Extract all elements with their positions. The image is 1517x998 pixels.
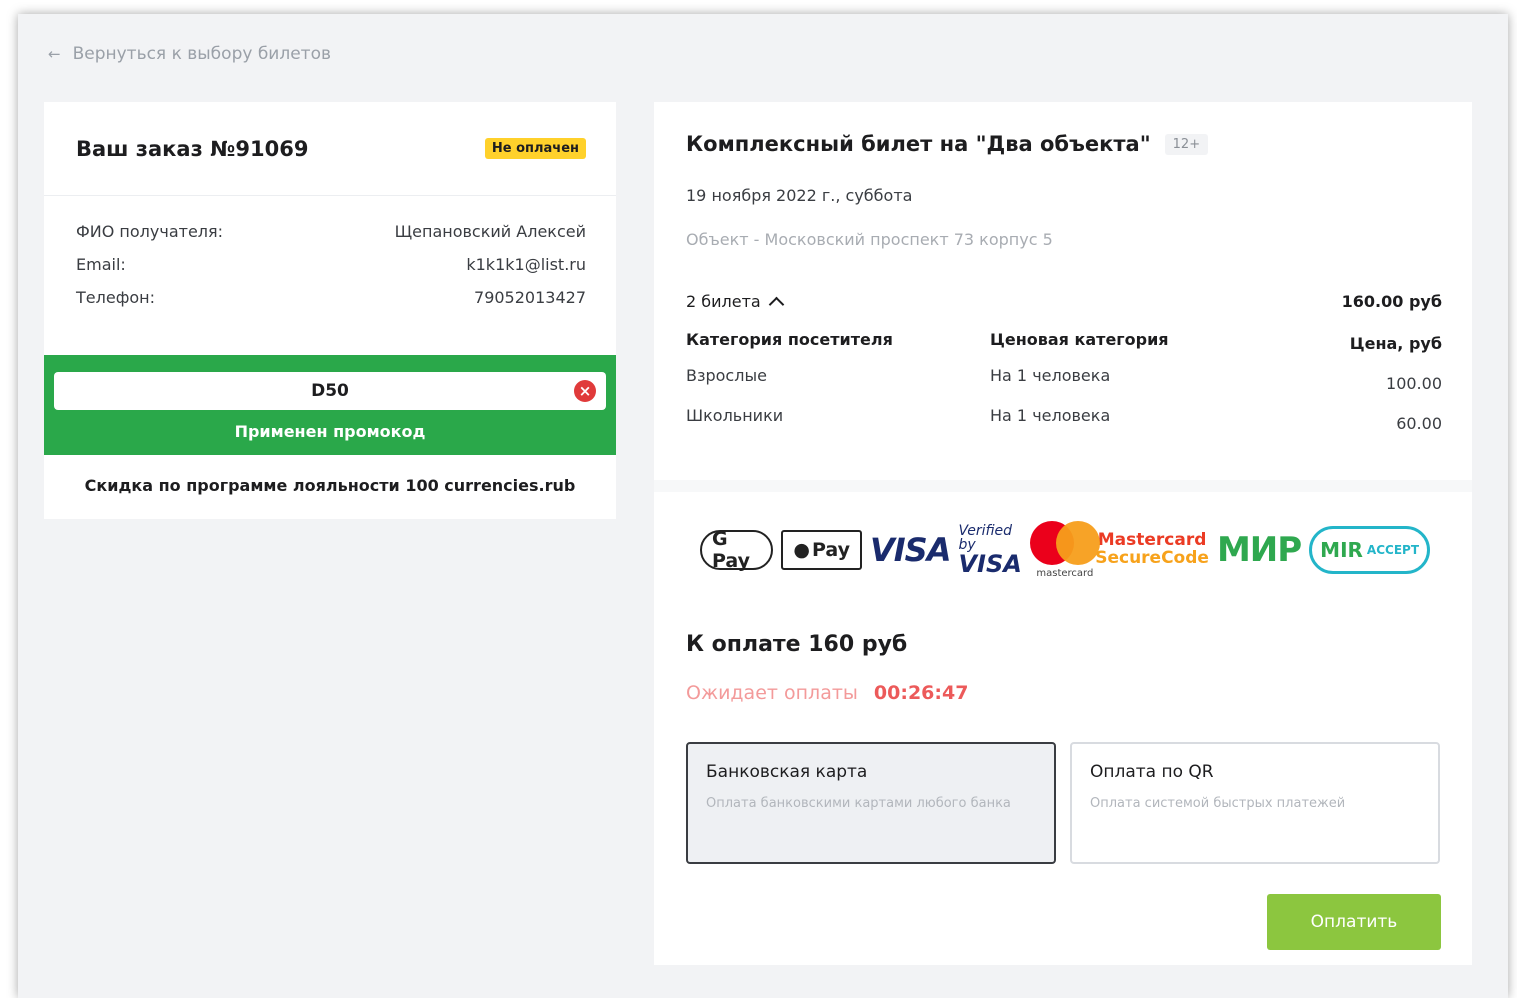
payment-option-card[interactable]: Банковская карта Оплата банковскими карт… (686, 742, 1056, 864)
info-label: ФИО получателя: (76, 222, 224, 241)
table-cell: На 1 человека (990, 406, 1111, 425)
payment-status: Ожидает оплаты 00:26:47 (686, 682, 968, 704)
promo-code-input[interactable] (54, 372, 606, 410)
mastercard-securecode-logo: Mastercard SecureCode (1095, 531, 1209, 568)
table-row: Школьники На 1 человека 60.00 (686, 406, 1442, 446)
payment-option-title: Оплата по QR (1090, 762, 1214, 782)
amount-to-pay: К оплате 160 руб (686, 632, 908, 657)
screenshot-frame: ← Вернуться к выбору билетов Ваш заказ №… (0, 0, 1517, 998)
mastercard-yellow-circle (1055, 521, 1100, 565)
table-cell: 60.00 (1396, 414, 1442, 433)
payment-option-desc: Оплата системой быстрых платежей (1090, 796, 1346, 811)
vbv-bottom-text: VISA (958, 550, 1022, 578)
tickets-count-label: 2 билета (686, 292, 761, 311)
tickets-total: 160.00 руб (1341, 292, 1442, 311)
mir-accept-text: MIR (1320, 538, 1363, 562)
checkout-page: ← Вернуться к выбору билетов Ваш заказ №… (18, 14, 1508, 998)
apple-pay-text: Pay (811, 539, 850, 561)
payment-option-title: Банковская карта (706, 762, 868, 782)
ticket-date: 19 ноября 2022 г., суббота (686, 186, 913, 205)
info-value: 79052013427 (474, 288, 586, 307)
order-header: Ваш заказ №91069 Не оплачен (44, 102, 616, 196)
price-table: Категория посетителя Ценовая категория Ц… (686, 330, 1442, 446)
vbv-top-text: Verified by (958, 523, 1013, 553)
status-badge: Не оплачен (484, 138, 586, 159)
payment-timer: 00:26:47 (873, 682, 969, 704)
clear-promo-icon[interactable]: × (574, 380, 596, 402)
info-label: Телефон: (76, 288, 156, 307)
payment-logos: G Pay ● Pay VISA Verified by VISA master… (700, 518, 1430, 582)
mir-logo: МИР (1216, 530, 1302, 570)
table-cell: Взрослые (686, 366, 767, 385)
mastercard-logo: mastercard (1029, 521, 1100, 579)
ticket-venue: Объект - Московский проспект 73 корпус 5 (686, 230, 1053, 249)
table-cell: Школьники (686, 406, 784, 425)
age-rating-badge: 12+ (1164, 133, 1209, 155)
ticket-card: Комплексный билет на "Два объекта" 12+ 1… (654, 102, 1472, 965)
section-divider (654, 480, 1472, 492)
column-header: Ценовая категория (990, 330, 1169, 349)
table-row: Взрослые На 1 человека 100.00 (686, 366, 1442, 406)
arrow-left-icon: ← (48, 45, 61, 63)
ticket-title: Комплексный билет на "Два объекта" (686, 132, 1151, 156)
awaiting-label: Ожидает оплаты (686, 682, 858, 704)
info-label: Email: (76, 255, 126, 274)
promo-applied-message: Применен промокод (234, 422, 426, 441)
ticket-details: Комплексный билет на "Два объекта" 12+ 1… (654, 102, 1472, 480)
apple-pay-logo: ● Pay (781, 530, 862, 570)
ticket-title-row: Комплексный билет на "Два объекта" 12+ (686, 132, 1209, 156)
chevron-up-icon (768, 296, 785, 313)
mir-accept-logo: MIR ACCEPT (1309, 526, 1430, 574)
info-row-email: Email: k1k1k1@list.ru (76, 255, 586, 288)
column-header: Цена, руб (1349, 334, 1442, 353)
info-value: k1k1k1@list.ru (466, 255, 586, 274)
verified-by-visa-logo: Verified by VISA (958, 524, 1021, 576)
google-pay-logo: G Pay (700, 528, 774, 572)
back-to-tickets-link[interactable]: ← Вернуться к выбору билетов (48, 44, 331, 64)
info-value: Щепановский Алексей (394, 222, 586, 241)
tickets-toggle[interactable]: 2 билета (686, 292, 785, 313)
info-row-phone: Телефон: 79052013427 (76, 288, 586, 321)
promo-input-wrap: × (54, 372, 606, 410)
mir-accept-subtext: ACCEPT (1366, 543, 1419, 557)
visa-logo: VISA (870, 531, 951, 569)
payment-option-desc: Оплата банковскими картами любого банка (706, 796, 1011, 811)
order-card: Ваш заказ №91069 Не оплачен ФИО получате… (44, 102, 616, 519)
mastercard-text: mastercard (1036, 568, 1094, 579)
google-pay-text: G Pay (712, 528, 751, 572)
mcsc-bottom-text: SecureCode (1095, 548, 1209, 568)
pay-button[interactable]: Оплатить (1267, 894, 1441, 950)
apple-icon: ● (793, 539, 810, 561)
loyalty-discount: Скидка по программе лояльности 100 curre… (84, 476, 576, 495)
column-header: Категория посетителя (686, 330, 893, 349)
table-cell: На 1 человека (990, 366, 1111, 385)
promo-block: × Применен промокод (44, 355, 616, 455)
price-table-header: Категория посетителя Ценовая категория Ц… (686, 330, 1442, 366)
table-cell: 100.00 (1386, 374, 1442, 393)
info-row-name: ФИО получателя: Щепановский Алексей (76, 222, 586, 255)
recipient-info: ФИО получателя: Щепановский Алексей Emai… (44, 196, 616, 321)
back-link-label: Вернуться к выбору билетов (72, 44, 331, 64)
order-title: Ваш заказ №91069 (76, 136, 309, 161)
payment-option-qr[interactable]: Оплата по QR Оплата системой быстрых пла… (1070, 742, 1440, 864)
